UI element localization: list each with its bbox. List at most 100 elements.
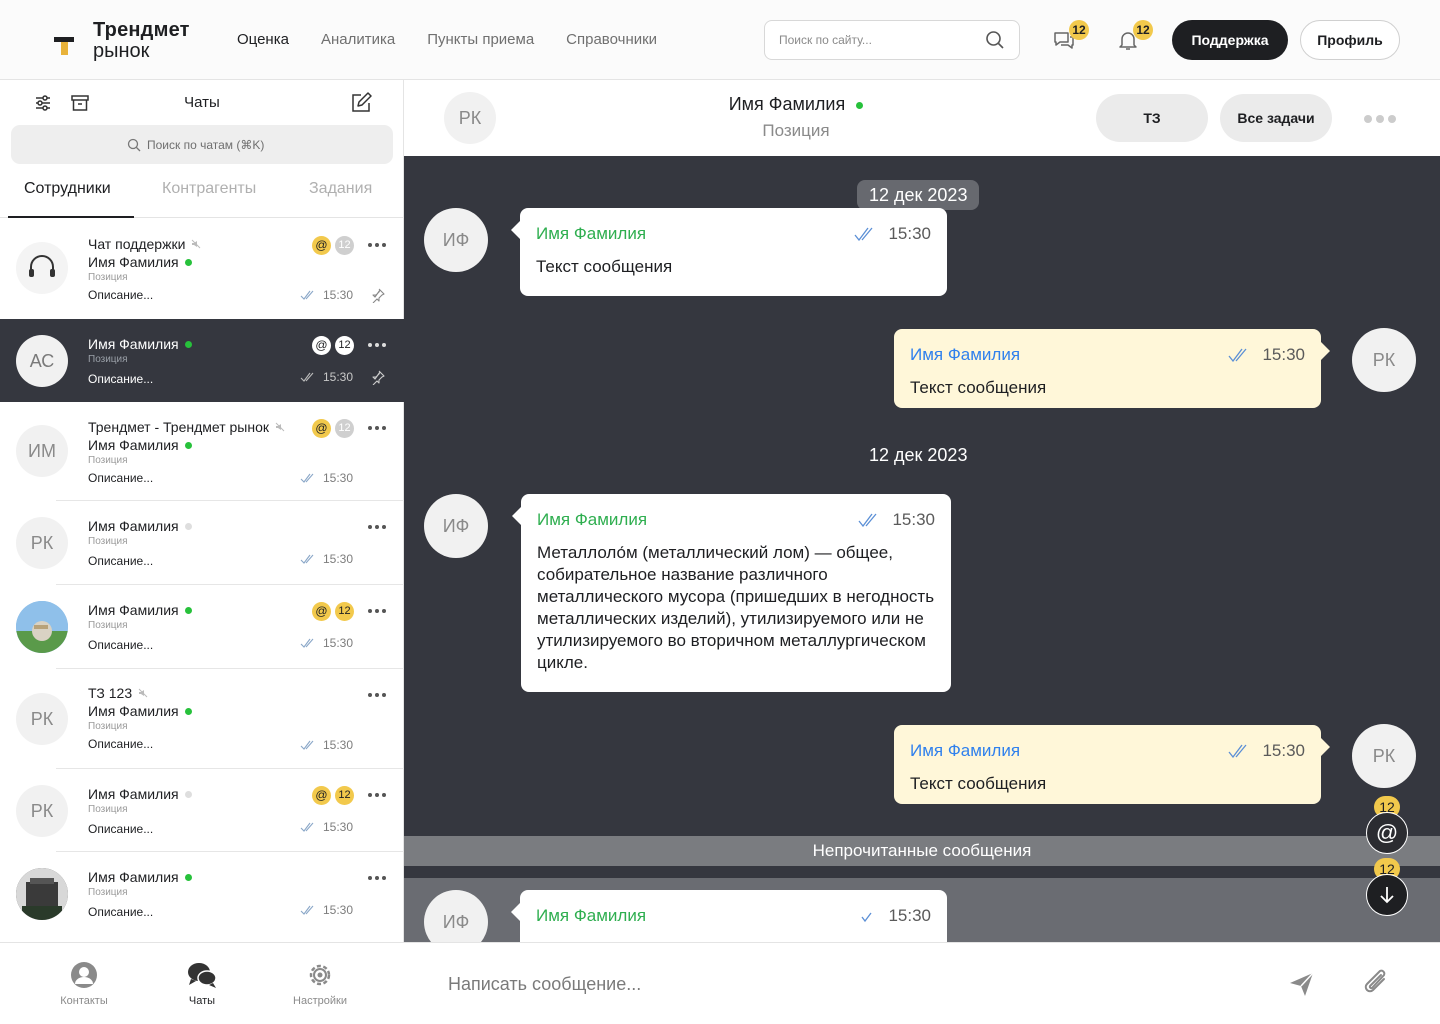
message-bubble[interactable]: Имя Фамилия 15:30 Металлоло́м (металличе… <box>512 494 951 692</box>
message-avatar[interactable]: РК <box>1352 328 1416 392</box>
bottom-nav-contacts[interactable]: Контакты <box>44 961 124 1007</box>
avatar-photo <box>16 868 68 920</box>
more-icon[interactable] <box>368 343 388 349</box>
message-avatar[interactable]: ИФ <box>424 494 488 558</box>
pin-icon[interactable] <box>370 287 386 303</box>
chat-search <box>11 125 393 164</box>
message-bubble-own[interactable]: Имя Фамилия 15:30 Текст сообщения <box>894 725 1330 804</box>
more-options-icon[interactable] <box>1364 115 1396 123</box>
jump-to-mention-button[interactable]: @ <box>1366 812 1408 854</box>
message-time: 15:30 <box>892 510 935 529</box>
message-sender: Имя Фамилия <box>536 906 647 925</box>
chat-preview: Описание... <box>88 737 154 751</box>
chat-list-item[interactable]: ИМ Трендмет - Трендмет рынок Имя Фамилия… <box>0 402 404 501</box>
message-avatar[interactable]: РК <box>1352 724 1416 788</box>
support-button[interactable]: Поддержка <box>1172 20 1288 60</box>
more-icon[interactable] <box>368 693 388 699</box>
chat-contact-position: Позиция <box>88 455 128 466</box>
message-time: 15:30 <box>888 906 931 925</box>
sent-check-icon <box>861 912 872 923</box>
nav-item-analytics[interactable]: Аналитика <box>321 31 395 48</box>
chat-contact-position: Позиция <box>88 887 128 898</box>
read-checks-icon <box>854 227 873 241</box>
tab-counterparties[interactable]: Контрагенты <box>162 180 256 198</box>
message-list[interactable]: 12 дек 2023 ИФ Имя Фамилия 15:30 Текст с… <box>404 156 1440 942</box>
nav-item-points[interactable]: Пункты приема <box>427 31 534 48</box>
chat-list-item[interactable]: Имя Фамилия Позиция Описание... @12 15:3… <box>0 585 404 669</box>
chat-preview: Описание... <box>88 638 154 652</box>
bottom-nav-contacts-label: Контакты <box>60 995 108 1007</box>
more-icon[interactable] <box>368 793 388 799</box>
message-bubble[interactable]: Имя Фамилия 15:30 Текст сообщения <box>511 208 947 296</box>
attachment-icon[interactable] <box>1362 967 1392 1001</box>
chat-time: 15:30 <box>323 636 354 650</box>
chat-list-item[interactable]: РК Имя Фамилия Позиция Описание... @12 1… <box>0 769 404 852</box>
tab-tasks[interactable]: Задания <box>309 180 372 198</box>
bottom-nav-settings[interactable]: Настройки <box>280 961 360 1007</box>
compose-icon[interactable] <box>350 92 372 114</box>
avatar: РК <box>16 517 68 569</box>
chat-list-item[interactable]: Чат поддержки Имя Фамилия Позиция Описан… <box>0 219 404 319</box>
all-tasks-button[interactable]: Все задачи <box>1220 94 1332 142</box>
site-search <box>764 20 1020 60</box>
tab-active-indicator <box>8 216 134 218</box>
chat-search-input[interactable] <box>147 137 277 152</box>
message-input[interactable] <box>448 969 1248 999</box>
tz-button[interactable]: ТЗ <box>1096 94 1208 142</box>
chat-preview: Описание... <box>88 905 154 919</box>
bottom-nav-chats-label: Чаты <box>188 995 216 1007</box>
logo-icon <box>50 29 78 57</box>
chat-list-item[interactable]: РК ТЗ 123 Имя Фамилия Позиция Описание..… <box>0 669 404 769</box>
offline-indicator <box>184 522 192 530</box>
message-avatar[interactable]: ИФ <box>424 208 488 272</box>
send-icon[interactable] <box>1286 969 1316 999</box>
chat-contact-position: Позиция <box>88 804 128 815</box>
site-search-input[interactable] <box>779 33 985 47</box>
date-separator: 12 дек 2023 <box>869 445 968 465</box>
nav-item-reference[interactable]: Справочники <box>566 31 657 48</box>
logo-subtitle: рынок <box>93 40 150 62</box>
logo[interactable]: Трендмет рынок <box>50 20 190 62</box>
chat-list-item[interactable]: Имя Фамилия Позиция Описание... 15:30 <box>0 852 404 936</box>
tab-employees[interactable]: Сотрудники <box>24 180 111 198</box>
online-indicator <box>184 340 192 348</box>
headset-icon <box>29 255 55 277</box>
message-avatar[interactable]: ИФ <box>424 890 488 942</box>
muted-icon <box>275 422 285 432</box>
chat-list-item-selected[interactable]: АС Имя Фамилия Позиция Описание... @12 1… <box>0 319 404 402</box>
mention-badge: @ <box>312 236 331 255</box>
chat-contact-position: Позиция <box>88 620 128 631</box>
message-text: Текст сообщения <box>910 774 1047 793</box>
chat-list-item[interactable]: РК Имя Фамилия Позиция Описание... 15:30 <box>0 501 404 585</box>
chat-group-name: ТЗ 123 <box>88 685 133 701</box>
message-bubble-own[interactable]: Имя Фамилия 15:30 Текст сообщения <box>894 329 1330 408</box>
read-checks-icon <box>300 638 314 648</box>
read-checks-icon <box>300 905 314 915</box>
nav-item-ocenka[interactable]: Оценка <box>237 31 289 48</box>
search-icon[interactable] <box>985 30 1005 50</box>
chat-group-name: Чат поддержки <box>88 236 186 252</box>
more-icon[interactable] <box>368 426 388 432</box>
online-indicator <box>184 606 192 614</box>
chat-time: 15:30 <box>323 820 354 834</box>
chat-main: РК Имя Фамилия Позиция ТЗ Все задачи 12 … <box>404 80 1440 1024</box>
chat-contact-name: Имя Фамилия <box>88 786 179 802</box>
bottom-nav-chats[interactable]: Чаты <box>162 961 242 1007</box>
bottom-nav-settings-label: Настройки <box>293 995 347 1007</box>
more-icon[interactable] <box>368 609 388 615</box>
more-icon[interactable] <box>368 876 388 882</box>
message-bubble-unread[interactable]: Имя Фамилия 15:30 <box>511 890 947 942</box>
more-icon[interactable] <box>368 525 388 531</box>
search-icon <box>127 138 141 151</box>
mention-badge: @ <box>312 336 331 355</box>
chat-header: РК Имя Фамилия Позиция ТЗ Все задачи <box>404 80 1440 156</box>
scroll-down-button[interactable] <box>1366 874 1408 916</box>
date-separator: 12 дек 2023 <box>857 180 980 210</box>
unread-count-badge: 12 <box>335 786 354 805</box>
chat-group-name: Трендмет - Трендмет рынок <box>88 419 270 435</box>
message-text: Текст сообщения <box>910 378 1047 397</box>
message-sender: Имя Фамилия <box>537 510 648 529</box>
profile-button[interactable]: Профиль <box>1300 20 1400 60</box>
pin-icon[interactable] <box>370 369 386 385</box>
more-icon[interactable] <box>368 243 388 249</box>
